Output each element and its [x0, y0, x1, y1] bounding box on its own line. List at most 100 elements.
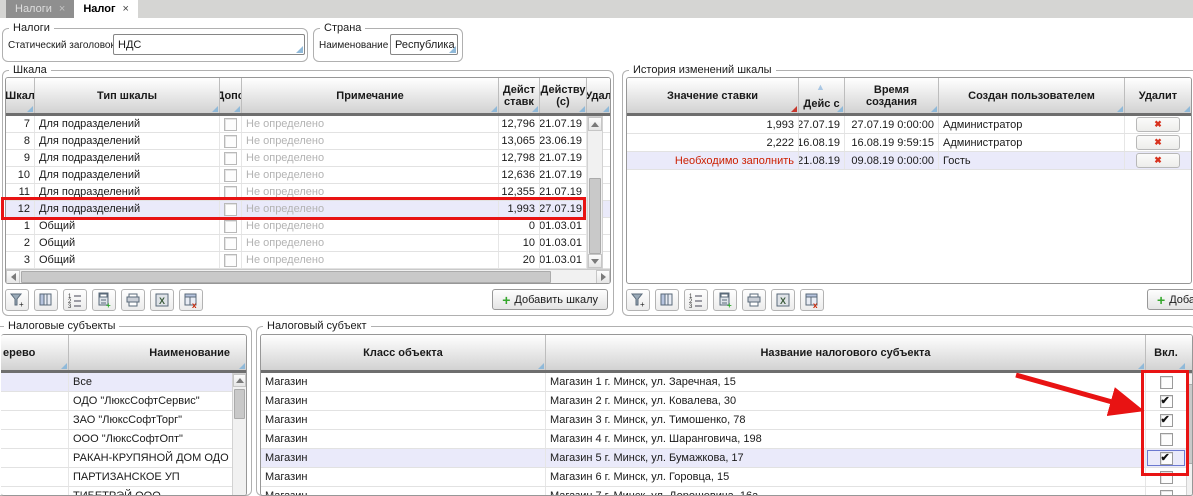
delete-button[interactable]: ✖ — [1136, 153, 1180, 168]
column-header-object-class[interactable]: Класс объекта — [261, 335, 546, 370]
horizontal-scrollbar[interactable] — [6, 269, 610, 284]
table-row[interactable]: РАКАН-КРУПЯНОЙ ДОМ ОДО — [1, 449, 246, 468]
table-row[interactable]: 3 Общий Не определено 20 01.03.01 — [6, 252, 610, 269]
table-row[interactable]: ПАРТИЗАНСКОЕ УП — [1, 468, 246, 487]
column-header-note[interactable]: Примечание — [242, 78, 499, 113]
column-header-created-time[interactable]: Время создания — [845, 78, 939, 113]
checkbox[interactable] — [224, 203, 237, 216]
vertical-scrollbar[interactable] — [232, 373, 247, 496]
country-name-input[interactable]: Республика Белар — [390, 34, 458, 55]
column-settings-icon[interactable] — [655, 289, 679, 311]
column-header-delete[interactable]: Удал — [587, 78, 610, 113]
checkbox[interactable] — [224, 220, 237, 233]
column-header-tree[interactable]: ерево — [1, 335, 69, 370]
include-checkbox[interactable] — [1160, 471, 1173, 484]
include-checkbox[interactable] — [1160, 490, 1173, 496]
delete-x-icon: ✖ — [1154, 119, 1162, 130]
table-row[interactable]: 2,222 16.08.19 16.08.19 9:59:15 Админист… — [627, 134, 1191, 152]
table-row[interactable]: Магазин Магазин 2 г. Минск, ул. Ковалева… — [261, 392, 1192, 411]
static-title-label: Статический заголовок — [8, 40, 115, 51]
table-row[interactable]: ТИБЕТРЭЙ ООО — [1, 487, 246, 496]
scroll-thumb[interactable] — [589, 178, 601, 254]
column-delete-icon[interactable]: x — [800, 289, 824, 311]
calculator-add-icon[interactable]: + — [92, 289, 116, 311]
table-row[interactable]: 11 Для подразделений Не определено 12,35… — [6, 184, 610, 201]
table-row-selected[interactable]: Все — [1, 373, 246, 392]
include-checkbox[interactable] — [1160, 414, 1173, 427]
scroll-thumb[interactable] — [1188, 384, 1193, 464]
column-header-type[interactable]: Тип шкалы — [35, 78, 220, 113]
table-row-selected[interactable]: 12 Для подразделений Не определено 1,993… — [6, 201, 610, 218]
table-row[interactable]: 10 Для подразделений Не определено 12,63… — [6, 167, 610, 184]
checkbox[interactable] — [224, 237, 237, 250]
table-row[interactable]: ОДО "ЛюксСофтСервис" — [1, 392, 246, 411]
checkbox[interactable] — [224, 169, 237, 182]
filter-add-icon[interactable]: + — [5, 289, 29, 311]
column-header-created-by[interactable]: Создан пользователем — [939, 78, 1125, 113]
column-header-name[interactable]: Наименование — [69, 335, 246, 370]
scroll-thumb[interactable] — [234, 389, 245, 419]
table-row-selected[interactable]: Необходимо заполнить 21.08.19 09.08.19 0… — [627, 152, 1191, 170]
printer-icon[interactable] — [121, 289, 145, 311]
column-header-rate[interactable]: Дейст ставк — [499, 78, 540, 113]
table-row[interactable]: 9 Для подразделений Не определено 12,798… — [6, 150, 610, 167]
table-row[interactable]: ООО "ЛюксСофтОпт" — [1, 430, 246, 449]
tab-nalog[interactable]: Налог × — [74, 0, 138, 18]
table-row[interactable]: Магазин Магазин 3 г. Минск, ул. Тимошенк… — [261, 411, 1192, 430]
include-checkbox[interactable] — [1160, 395, 1173, 408]
table-row[interactable]: 1,993 27.07.19 27.07.19 0:00:00 Админист… — [627, 116, 1191, 134]
row-numbering-icon[interactable]: 123 — [684, 289, 708, 311]
table-row[interactable]: 2 Общий Не определено 10 01.03.01 — [6, 235, 610, 252]
table-row[interactable]: 8 Для подразделений Не определено 13,065… — [6, 133, 610, 150]
include-checkbox[interactable] — [1160, 376, 1173, 389]
scroll-right-button[interactable] — [596, 270, 610, 284]
scroll-left-button[interactable] — [6, 270, 20, 284]
checkbox[interactable] — [224, 254, 237, 267]
tab-nalogi[interactable]: Налоги × — [6, 0, 74, 18]
table-row-selected[interactable]: Магазин Магазин 5 г. Минск, ул. Бумажков… — [261, 449, 1192, 468]
column-delete-icon[interactable]: x — [179, 289, 203, 311]
column-header-subject-name[interactable]: Название налогового субъекта — [546, 335, 1146, 370]
calculator-add-icon[interactable]: + — [713, 289, 737, 311]
checkbox[interactable] — [224, 118, 237, 131]
table-row[interactable]: 7 Для подразделений Не определено 12,796… — [6, 116, 610, 133]
checkbox[interactable] — [224, 135, 237, 148]
static-title-input[interactable]: НДС — [113, 34, 305, 55]
scroll-thumb[interactable] — [21, 271, 551, 283]
scroll-up-button[interactable] — [233, 374, 246, 387]
table-row[interactable]: Магазин Магазин 6 г. Минск, ул. Горовца,… — [261, 468, 1192, 487]
column-header-extra[interactable]: Допо — [220, 78, 242, 113]
scroll-down-button[interactable] — [588, 254, 602, 268]
column-header-shkala-num[interactable]: Шкал — [6, 78, 35, 113]
checkbox[interactable] — [224, 186, 237, 199]
include-checkbox[interactable] — [1160, 452, 1173, 465]
tab-label: Налог — [83, 3, 115, 15]
printer-icon[interactable] — [742, 289, 766, 311]
column-header-date[interactable]: Действу (с) — [540, 78, 587, 113]
vertical-scrollbar[interactable] — [1186, 373, 1193, 496]
row-numbering-icon[interactable]: 123 — [63, 289, 87, 311]
vertical-scrollbar[interactable] — [587, 116, 603, 269]
column-header-rate-value[interactable]: Значение ставки — [627, 78, 799, 113]
column-header-included[interactable]: Вкл. — [1146, 335, 1186, 370]
checkbox[interactable] — [224, 152, 237, 165]
table-row[interactable]: 1 Общий Не определено 0 01.03.01 — [6, 218, 610, 235]
excel-export-icon[interactable]: X — [150, 289, 174, 311]
column-header-effective-since[interactable]: ▲ Дейс с — [799, 78, 845, 113]
delete-button[interactable]: ✖ — [1136, 117, 1180, 132]
column-header-delete[interactable]: Удалит — [1125, 78, 1191, 113]
table-row[interactable]: Магазин Магазин 7 г. Минск, ул. Дорошеви… — [261, 487, 1192, 496]
table-row[interactable]: Магазин Магазин 1 г. Минск, ул. Заречная… — [261, 373, 1192, 392]
excel-export-icon[interactable]: X — [771, 289, 795, 311]
include-checkbox[interactable] — [1160, 433, 1173, 446]
close-icon[interactable]: × — [59, 3, 65, 15]
table-row[interactable]: Магазин Магазин 4 г. Минск, ул. Шарангов… — [261, 430, 1192, 449]
add-history-button[interactable]: + Добавить — [1147, 289, 1193, 310]
delete-button[interactable]: ✖ — [1136, 135, 1180, 150]
close-icon[interactable]: × — [123, 3, 129, 15]
add-shkala-button[interactable]: + Добавить шкалу — [492, 289, 608, 310]
column-settings-icon[interactable] — [34, 289, 58, 311]
table-row[interactable]: ЗАО "ЛюксСофтТорг" — [1, 411, 246, 430]
scroll-up-button[interactable] — [588, 117, 602, 131]
filter-add-icon[interactable]: + — [626, 289, 650, 311]
